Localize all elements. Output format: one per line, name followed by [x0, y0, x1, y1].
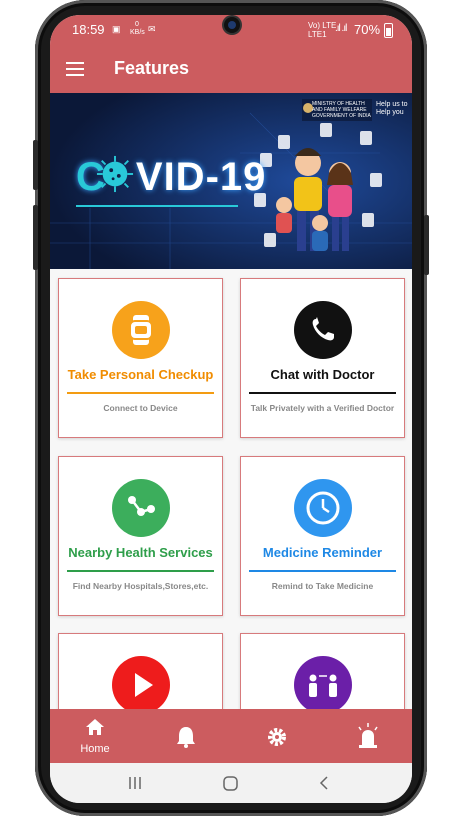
volume-button [33, 140, 38, 190]
card-icon-circle [294, 301, 352, 359]
gear-icon [268, 728, 286, 746]
headline-suffix: VID-19 [135, 155, 267, 199]
covid-banner[interactable]: C VID-19 MINISTRY OF HEALTH AND FAMILY WE… [50, 93, 412, 269]
nav-home[interactable]: Home [65, 709, 125, 763]
bell-icon [177, 727, 195, 748]
front-camera [224, 17, 240, 33]
card-icon-circle [112, 656, 170, 714]
phone-icon [312, 317, 334, 341]
home-circle-icon [223, 776, 238, 791]
nav-notifications[interactable] [156, 709, 216, 763]
feature-card-chat-doctor[interactable]: Chat with Doctor Talk Privately with a V… [240, 278, 405, 438]
recents-icon [129, 777, 141, 789]
network-indicator: Vo) LTE LTE1 [308, 21, 336, 39]
feature-card-nearby-health[interactable]: Nearby Health Services Find Nearby Hospi… [58, 456, 223, 616]
card-icon-circle [112, 301, 170, 359]
card-title: Chat with Doctor [270, 367, 375, 382]
emergency-siren-icon [358, 723, 378, 748]
battery-icon [384, 23, 393, 38]
message-notification-icon: ✉ [148, 24, 156, 34]
social-distance-icon [309, 674, 337, 697]
feature-card-personal-checkup[interactable]: Take Personal Checkup Connect to Device [58, 278, 223, 438]
card-icon-circle [294, 656, 352, 714]
card-title: Nearby Health Services [68, 545, 213, 560]
play-icon [135, 673, 153, 697]
card-icon-circle [294, 479, 352, 537]
virus-icon [96, 155, 134, 193]
speed-indicator: 0 KB/s [130, 21, 145, 36]
card-subtitle: Remind to Take Medicine [271, 581, 374, 591]
nav-emergency[interactable] [338, 709, 398, 763]
status-time: 18:59 [72, 22, 105, 37]
card-divider [67, 392, 214, 394]
card-icon-circle [112, 479, 170, 537]
feature-card-medicine-reminder[interactable]: Medicine Reminder Remind to Take Medicin… [240, 456, 405, 616]
help-text: Help us to Help you [376, 101, 408, 116]
ministry-label: MINISTRY OF HEALTH AND FAMILY WELFARE GO… [312, 101, 371, 119]
smartwatch-icon [129, 315, 153, 345]
app-title: Features [114, 58, 190, 78]
features-grid: Take Personal Checkup Connect to Device … [50, 269, 412, 793]
volume-button-2 [33, 205, 38, 270]
system-nav-icons [129, 776, 328, 791]
card-title: Take Personal Checkup [67, 367, 214, 382]
power-button [424, 215, 429, 275]
network-top: Vo) LTE [308, 21, 337, 30]
hamburger-menu-icon[interactable] [66, 62, 84, 76]
image-notification-icon: ▣ [112, 24, 121, 34]
nav-settings[interactable] [247, 709, 307, 763]
home-icon [86, 719, 104, 735]
screen: 18:59 ▣ 0 KB/s ✉ Vo) LTE LTE1 .ıl .ıl 70… [50, 15, 412, 803]
card-divider [249, 392, 396, 394]
battery-percent: 70% [354, 22, 381, 37]
share-nodes-icon [128, 496, 155, 516]
signal-icon: .ıl .ıl [335, 23, 347, 34]
card-divider [67, 570, 214, 572]
card-divider [249, 570, 396, 572]
nav-home-label: Home [80, 743, 110, 755]
card-title: Medicine Reminder [262, 545, 383, 560]
status-bar: 18:59 ▣ 0 KB/s ✉ Vo) LTE LTE1 .ıl .ıl 70… [50, 15, 412, 47]
app-bar: Features [50, 47, 412, 93]
card-subtitle: Talk Privately with a Verified Doctor [250, 403, 395, 413]
bottom-nav: Home [50, 709, 412, 763]
clock-icon [306, 491, 340, 525]
system-nav-bar [50, 763, 412, 803]
card-subtitle: Find Nearby Hospitals,Stores,etc. [72, 581, 209, 591]
card-subtitle: Connect to Device [103, 403, 178, 413]
back-icon [319, 776, 328, 790]
network-bottom: LTE1 [308, 30, 327, 39]
